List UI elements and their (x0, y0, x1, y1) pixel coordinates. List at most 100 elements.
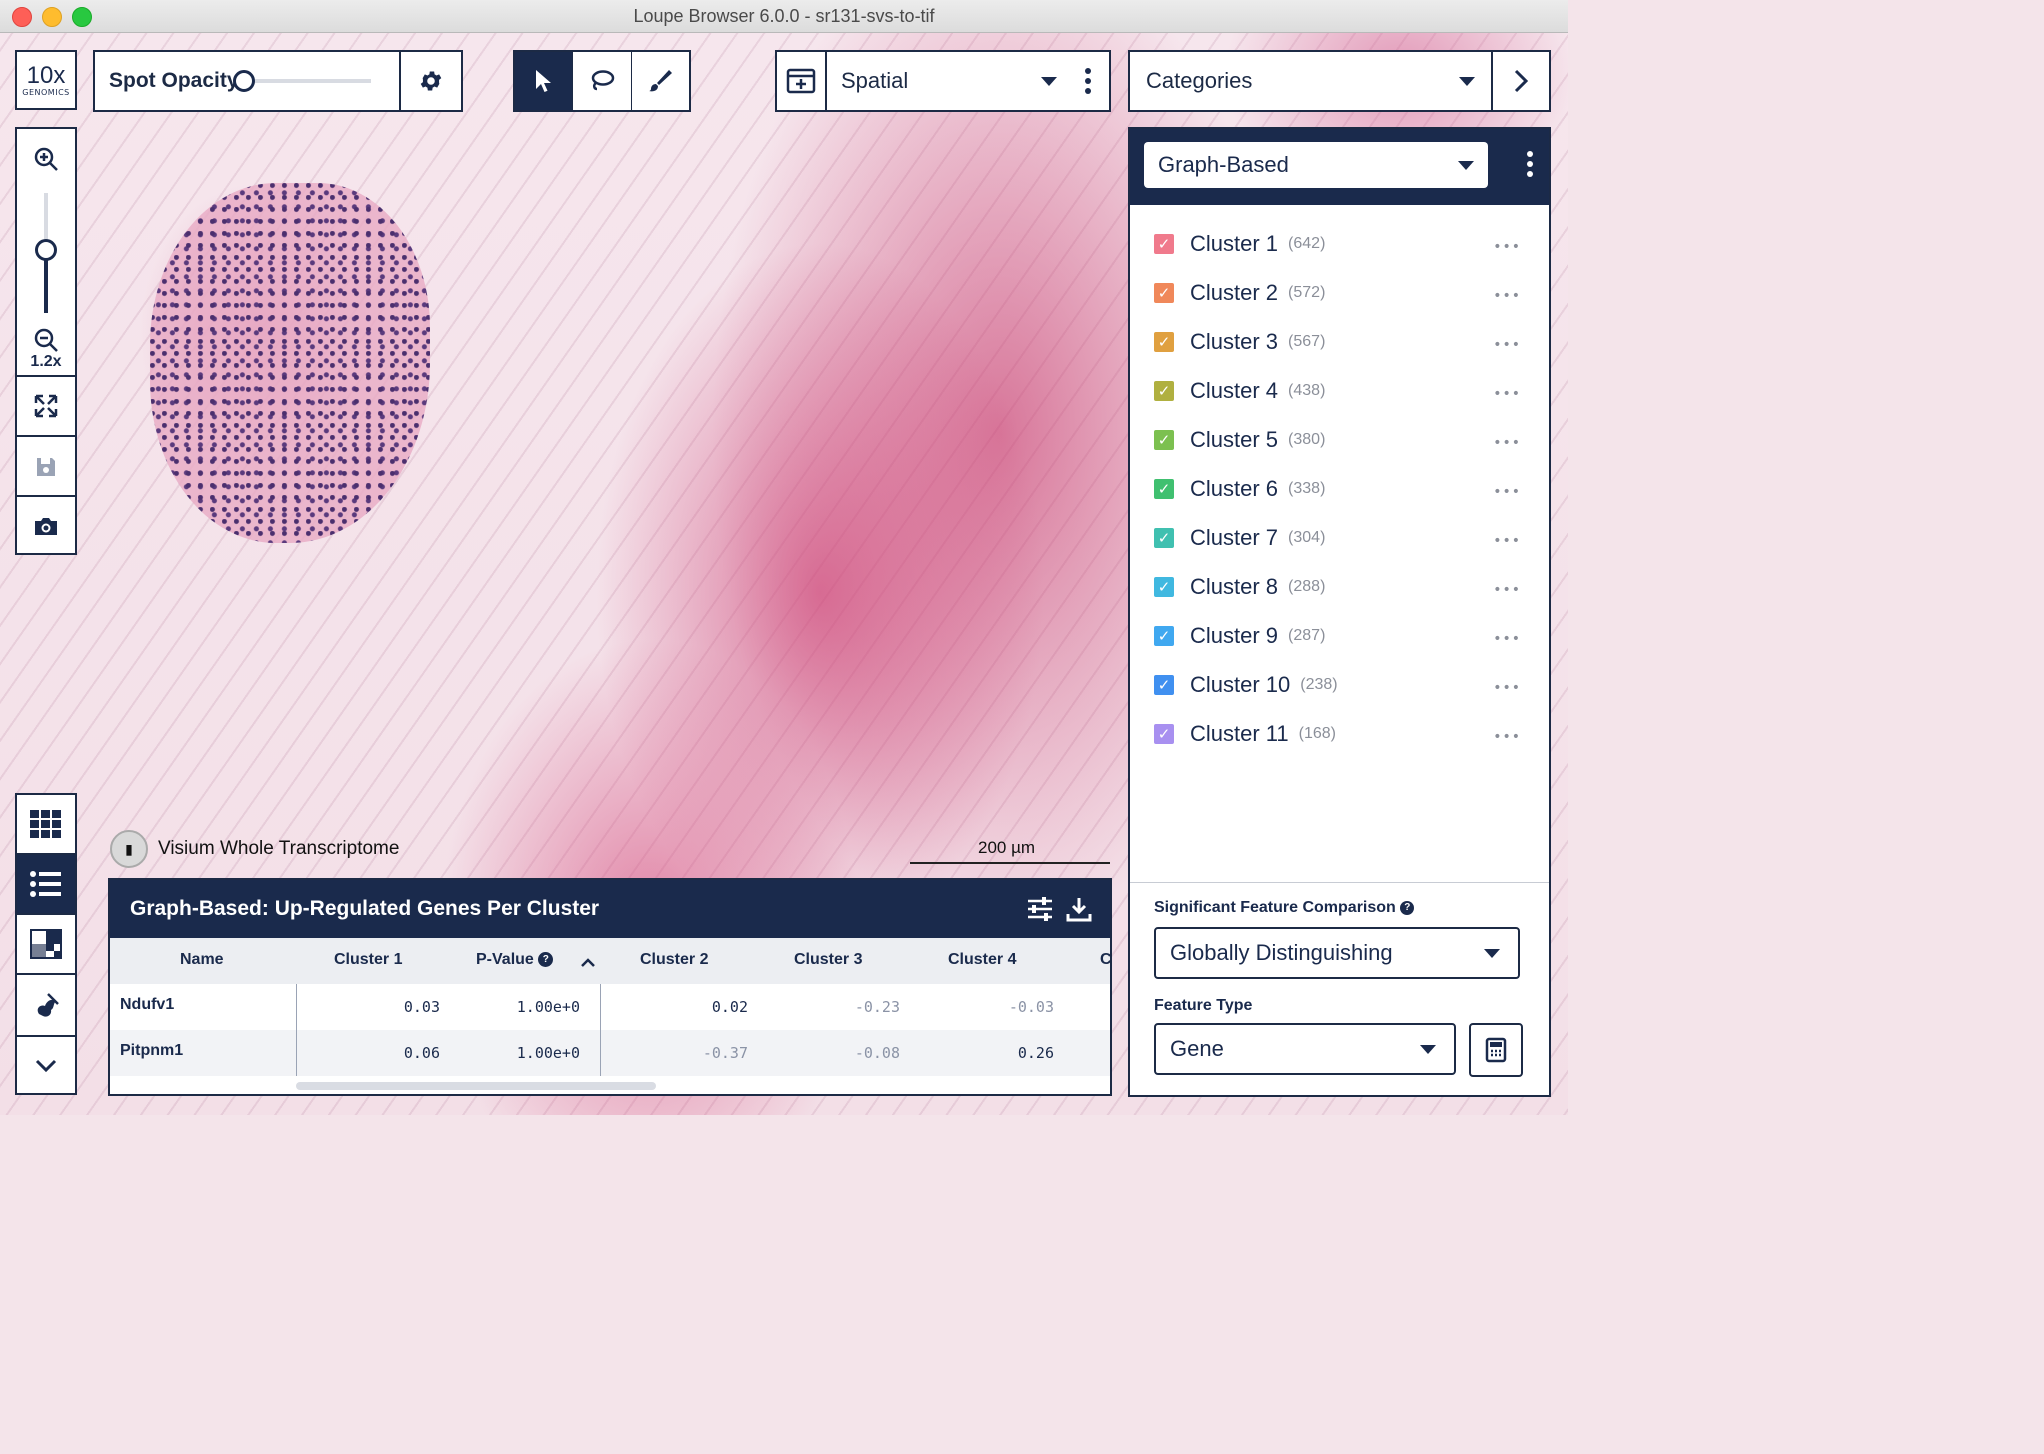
more-options-icon[interactable]: ••• (1493, 337, 1521, 353)
comparison-label: Significant Feature Comparison ? (1154, 899, 1415, 917)
close-window-button[interactable] (12, 7, 32, 27)
cluster-item[interactable]: ✓ Cluster 1 (642) ••• (1130, 219, 1549, 268)
view-options-icon[interactable] (1085, 68, 1091, 94)
column-header-name[interactable]: Name (180, 951, 224, 969)
zoom-in-icon (34, 147, 58, 171)
cluster-name: Cluster 2 (1190, 279, 1279, 305)
clustering-options-icon[interactable] (1527, 151, 1533, 177)
cluster-count: (438) (1288, 381, 1326, 399)
clustering-select[interactable]: Graph-Based (1144, 142, 1488, 188)
heatmap-button[interactable] (17, 915, 75, 973)
divider (17, 375, 75, 377)
zoom-slider-knob[interactable] (35, 239, 57, 261)
column-header-p-value[interactable]: P-Value ? (476, 951, 554, 969)
help-icon[interactable]: ? (538, 952, 554, 968)
cluster-count: (642) (1288, 234, 1326, 252)
cluster-item[interactable]: ✓ Cluster 10 (238) ••• (1130, 660, 1549, 709)
checkbox[interactable]: ✓ (1154, 723, 1174, 744)
spot-opacity-slider-knob[interactable] (232, 70, 255, 92)
more-options-icon[interactable]: ••• (1493, 582, 1521, 598)
more-views-button[interactable] (17, 1037, 75, 1095)
filter-sliders-icon[interactable] (1026, 896, 1054, 922)
horizontal-scrollbar[interactable] (296, 1082, 656, 1090)
spot-settings-button[interactable] (399, 52, 461, 110)
checkbox[interactable]: ✓ (1154, 380, 1174, 401)
collapse-panel-button[interactable] (1491, 52, 1549, 110)
add-view-button[interactable] (777, 52, 827, 110)
more-options-icon[interactable]: ••• (1493, 386, 1521, 402)
chevron-down-icon (1484, 948, 1500, 958)
checkbox[interactable]: ✓ (1154, 576, 1174, 597)
zoom-window-button[interactable] (72, 7, 92, 27)
cluster-item[interactable]: ✓ Cluster 9 (287) ••• (1130, 611, 1549, 660)
categories-value[interactable]: Categories (1146, 68, 1459, 94)
help-icon[interactable]: ? (1400, 900, 1415, 915)
more-options-icon[interactable]: ••• (1493, 435, 1521, 451)
cluster-item[interactable]: ✓ Cluster 3 (567) ••• (1130, 317, 1549, 366)
checkbox[interactable]: ✓ (1154, 625, 1174, 646)
spot-opacity-slider[interactable] (232, 70, 371, 92)
more-options-icon[interactable]: ••• (1493, 239, 1521, 255)
more-options-icon[interactable]: ••• (1493, 680, 1521, 696)
cluster-item[interactable]: ✓ Cluster 4 (438) ••• (1130, 366, 1549, 415)
zoom-slider[interactable] (35, 193, 57, 313)
screenshot-button[interactable] (17, 499, 75, 553)
spatial-view-button[interactable] (17, 795, 75, 853)
more-options-icon[interactable]: ••• (1493, 484, 1521, 500)
checkbox[interactable]: ✓ (1154, 429, 1174, 450)
divider (17, 853, 75, 855)
cluster-count: (238) (1300, 675, 1338, 693)
cluster-item[interactable]: ✓ Cluster 11 (168) ••• (1130, 709, 1549, 758)
fit-to-view-button[interactable] (17, 379, 75, 433)
column-header-cluster-5-truncated[interactable]: C (1100, 951, 1110, 969)
download-icon[interactable] (1066, 896, 1092, 922)
column-header-cluster-2[interactable]: Cluster 2 (640, 951, 708, 969)
more-options-icon[interactable]: ••• (1493, 288, 1521, 304)
chevron-down-icon (1420, 1044, 1436, 1054)
calculator-button[interactable] (1469, 1023, 1523, 1077)
feature-type-select[interactable]: Gene (1154, 1023, 1456, 1075)
save-button[interactable] (17, 439, 75, 495)
lasso-tool-button[interactable] (573, 52, 632, 110)
column-header-cluster-1[interactable]: Cluster 1 (334, 951, 402, 969)
more-options-icon[interactable]: ••• (1493, 533, 1521, 549)
cluster-item[interactable]: ✓ Cluster 7 (304) ••• (1130, 513, 1549, 562)
checkbox[interactable]: ✓ (1154, 233, 1174, 254)
brush-tool-button[interactable] (632, 52, 689, 110)
sort-ascending-icon[interactable] (580, 956, 596, 968)
violin-plot-button[interactable] (17, 977, 75, 1035)
cluster-item[interactable]: ✓ Cluster 8 (288) ••• (1130, 562, 1549, 611)
cluster-name: Cluster 9 (1190, 622, 1279, 648)
chevron-down-icon[interactable] (1041, 76, 1057, 86)
checkbox[interactable]: ✓ (1154, 674, 1174, 695)
checkbox[interactable]: ✓ (1154, 282, 1174, 303)
checkbox[interactable]: ✓ (1154, 527, 1174, 548)
minimize-window-button[interactable] (42, 7, 62, 27)
more-options-icon[interactable]: ••• (1493, 729, 1521, 745)
zoom-out-button[interactable] (17, 325, 75, 355)
chevron-down-icon[interactable] (1459, 76, 1475, 86)
chevron-down-icon[interactable] (1458, 160, 1474, 170)
checkbox[interactable]: ✓ (1154, 478, 1174, 499)
checkbox[interactable]: ✓ (1154, 331, 1174, 352)
cluster-count: (288) (1288, 577, 1326, 595)
cluster-1-value: 0.03 (403, 998, 440, 1016)
cluster-item[interactable]: ✓ Cluster 2 (572) ••• (1130, 268, 1549, 317)
cluster-item[interactable]: ✓ Cluster 6 (338) ••• (1130, 464, 1549, 513)
table-row[interactable]: Pitpnm1 0.06 1.00e+0 -0.37 -0.08 0.26 (110, 1030, 1110, 1076)
column-header-cluster-3[interactable]: Cluster 3 (794, 951, 862, 969)
more-options-icon[interactable]: ••• (1493, 631, 1521, 647)
pointer-tool-button[interactable] (515, 52, 574, 110)
cluster-4-value: 0.26 (1017, 1044, 1054, 1062)
zoom-in-button[interactable] (17, 139, 75, 179)
cluster-4-value: -0.03 (1008, 998, 1054, 1016)
list-icon (30, 871, 61, 897)
gene-name[interactable]: Ndufv1 (120, 996, 174, 1014)
feature-table-button[interactable] (17, 855, 75, 913)
cluster-item[interactable]: ✓ Cluster 5 (380) ••• (1130, 415, 1549, 464)
view-mode-value[interactable]: Spatial (841, 68, 1041, 94)
gene-name[interactable]: Pitpnm1 (120, 1042, 183, 1060)
column-header-cluster-4[interactable]: Cluster 4 (948, 951, 1016, 969)
comparison-select[interactable]: Globally Distinguishing (1154, 927, 1520, 979)
table-row[interactable]: Ndufv1 0.03 1.00e+0 0.02 -0.23 -0.03 (110, 984, 1110, 1030)
